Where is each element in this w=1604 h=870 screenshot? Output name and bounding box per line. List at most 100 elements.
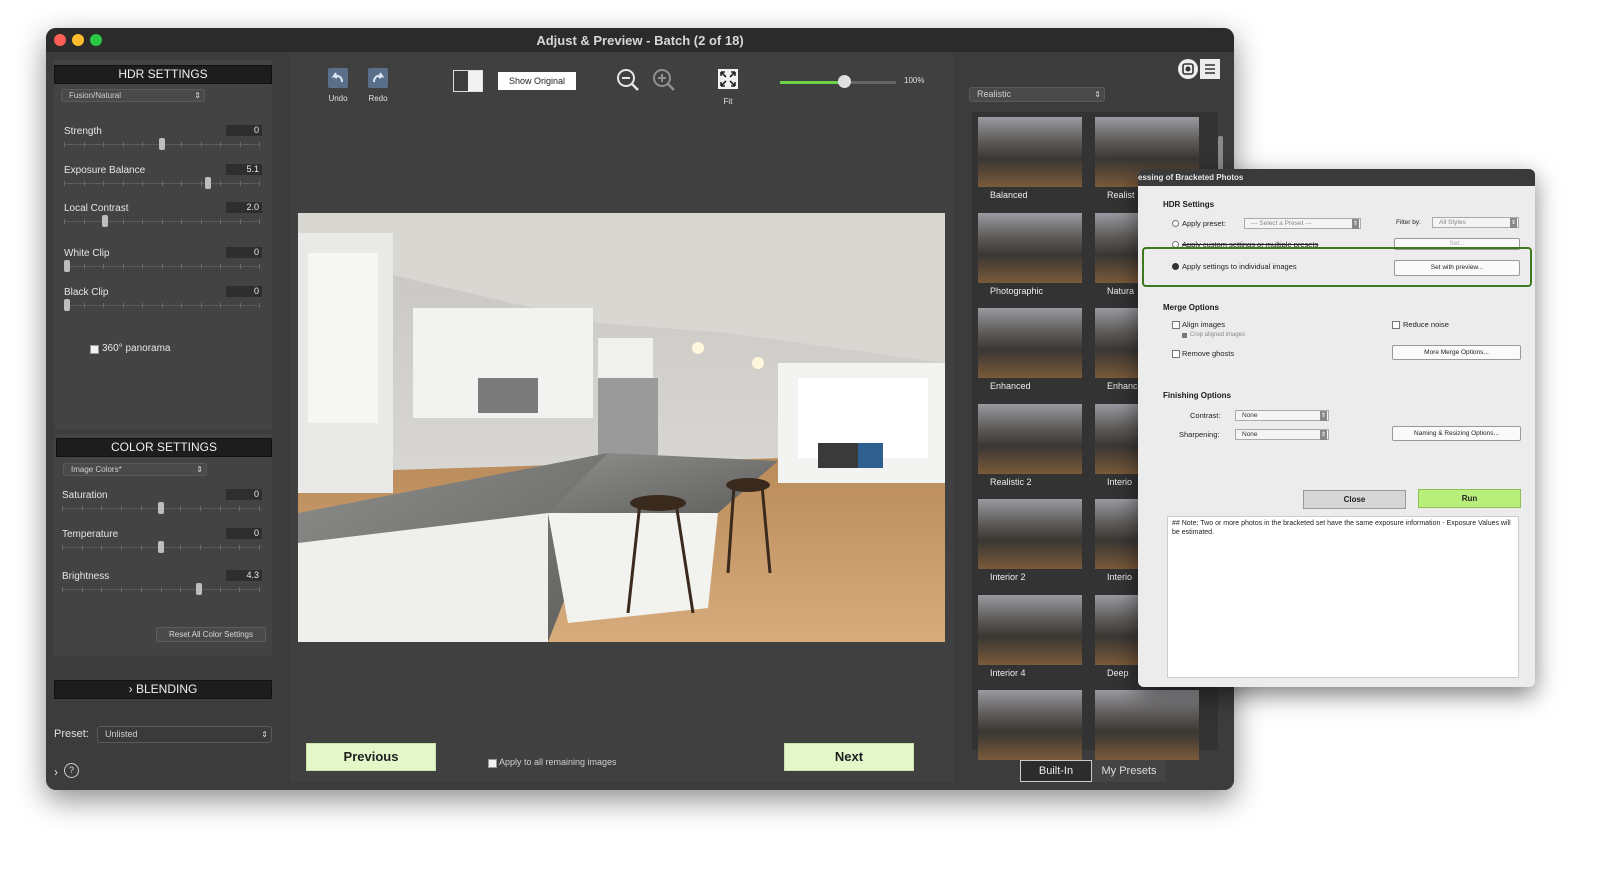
hdr-slider-thumb[interactable] — [64, 299, 70, 311]
slider-tick — [240, 181, 241, 186]
style-thumbnail[interactable]: Photographic — [978, 212, 1084, 305]
updown-icon: ⇕ — [1352, 219, 1359, 229]
hdr-slider-track[interactable] — [64, 260, 260, 272]
hdr-slider-thumb[interactable] — [159, 138, 165, 150]
naming-resizing-button[interactable]: Naming & Resizing Options... — [1392, 426, 1521, 441]
blending-section-toggle[interactable]: › BLENDING — [54, 680, 272, 699]
crop-aligned-checkbox[interactable] — [1182, 333, 1187, 338]
dialog-title: essing of Bracketed Photos — [1138, 173, 1244, 182]
reduce-noise-checkbox[interactable] — [1392, 321, 1400, 329]
slider-tick — [259, 142, 260, 147]
color-slider-track[interactable] — [62, 502, 260, 514]
zoom-slider-thumb[interactable] — [838, 75, 851, 88]
slider-tick — [123, 264, 124, 269]
hdr-slider-track[interactable] — [64, 299, 260, 311]
run-button[interactable]: Run — [1418, 489, 1521, 508]
sharpening-value: None — [1242, 431, 1258, 438]
apply-individual-radio[interactable] — [1172, 263, 1179, 270]
color-slider-row: Brightness 4.3 — [60, 570, 264, 606]
set-with-preview-button[interactable]: Set with preview... — [1394, 260, 1520, 276]
contrast-dropdown[interactable]: None ⇕ — [1235, 410, 1329, 421]
color-slider-value[interactable]: 0 — [226, 489, 262, 500]
color-slider-thumb[interactable] — [158, 502, 164, 514]
color-slider-value[interactable]: 0 — [226, 528, 262, 539]
color-slider-thumb[interactable] — [158, 541, 164, 553]
hdr-slider-thumb[interactable] — [102, 215, 108, 227]
slider-tick — [142, 219, 143, 224]
zoom-out-icon[interactable] — [616, 68, 642, 99]
style-thumbnail[interactable]: Realistic 2 — [978, 403, 1084, 496]
hdr-slider-thumb[interactable] — [64, 260, 70, 272]
color-slider-value[interactable]: 4.3 — [226, 570, 262, 581]
color-slider-thumb[interactable] — [196, 583, 202, 595]
zoom-slider[interactable] — [780, 75, 896, 88]
footer-chevron-icon[interactable]: › — [54, 765, 58, 779]
filter-dropdown[interactable]: All Styles ⇕ — [1432, 217, 1519, 228]
style-thumbnail-label: Interio — [1107, 476, 1133, 487]
show-original-button[interactable]: Show Original — [498, 72, 576, 90]
fit-icon[interactable] — [718, 69, 738, 89]
color-slider-label: Temperature — [62, 529, 119, 540]
color-slider-track[interactable] — [62, 541, 260, 553]
slider-tick — [201, 219, 202, 224]
hdr-slider-track[interactable] — [64, 138, 260, 150]
next-button[interactable]: Next — [784, 743, 914, 771]
menu-icon[interactable] — [1200, 59, 1220, 79]
apply-all-checkbox[interactable] — [488, 759, 497, 768]
style-thumbnail-label: Interior 4 — [990, 667, 1026, 678]
style-thumbnail[interactable]: Enhanced — [978, 308, 1084, 400]
note-text: ## Note: Two or more photos in the brack… — [1172, 520, 1511, 536]
hdr-slider-value[interactable]: 2.0 — [226, 202, 262, 213]
slider-tick — [220, 219, 221, 224]
slider-tick — [220, 142, 221, 147]
slider-tick — [123, 181, 124, 186]
style-thumbnail[interactable]: Balanced — [978, 117, 1084, 209]
hdr-slider-value[interactable]: 0 — [226, 286, 262, 297]
hdr-slider-track[interactable] — [64, 215, 260, 227]
color-slider-track[interactable] — [62, 583, 260, 595]
slider-tick — [62, 587, 63, 592]
hdr-slider-value[interactable]: 5.1 — [226, 164, 262, 175]
thumbnails-scrollbar[interactable] — [1218, 136, 1223, 172]
slider-tick — [101, 545, 102, 550]
hdr-slider-thumb[interactable] — [205, 177, 211, 189]
hdr-slider-row: Black Clip 0 — [62, 286, 264, 322]
hdr-slider-value[interactable]: 0 — [226, 247, 262, 258]
hdr-method-dropdown[interactable]: Fusion/Natural ⇕ — [61, 89, 205, 102]
preset-select-dropdown[interactable]: --- Select a Preset --- ⇕ — [1244, 218, 1361, 229]
note-textarea[interactable]: ## Note: Two or more photos in the brack… — [1167, 516, 1519, 678]
style-thumbnail-image — [978, 212, 1082, 283]
app-logo-icon[interactable] — [1178, 59, 1198, 79]
apply-preset-radio[interactable] — [1172, 220, 1179, 227]
more-merge-options-button[interactable]: More Merge Options... — [1392, 345, 1521, 360]
undo-icon[interactable] — [328, 68, 348, 88]
slider-tick — [123, 219, 124, 224]
help-icon[interactable]: ? — [64, 763, 79, 778]
slider-tick — [201, 181, 202, 186]
reset-color-settings-button[interactable]: Reset All Color Settings — [156, 627, 266, 642]
style-category-dropdown[interactable]: Realistic ⇕ — [969, 87, 1105, 102]
tab-built-in[interactable]: Built-In — [1020, 760, 1092, 782]
slider-tick — [141, 545, 142, 550]
hdr-slider-value[interactable]: 0 — [226, 125, 262, 136]
previous-button[interactable]: Previous — [306, 743, 436, 771]
sharpening-dropdown[interactable]: None ⇕ — [1235, 429, 1329, 440]
hdr-slider-row: Local Contrast 2.0 — [62, 202, 264, 238]
align-images-checkbox[interactable] — [1172, 321, 1180, 329]
slider-tick — [123, 303, 124, 308]
preset-dropdown[interactable]: Unlisted ⇕ — [97, 726, 272, 743]
remove-ghosts-checkbox[interactable] — [1172, 350, 1180, 358]
redo-icon[interactable] — [368, 68, 388, 88]
zoom-in-icon[interactable] — [652, 68, 678, 99]
style-thumbnail[interactable]: Interior 2 — [978, 499, 1084, 591]
close-button[interactable]: Close — [1303, 490, 1406, 509]
color-settings-panel: COLOR SETTINGS Image Colors* ⇕ Reset All … — [54, 434, 272, 656]
hdr-slider-track[interactable] — [64, 177, 260, 189]
split-view-icon[interactable] — [453, 70, 483, 92]
tab-my-presets[interactable]: My Presets — [1092, 760, 1166, 782]
preset-select-value: --- Select a Preset --- — [1251, 220, 1312, 227]
hdr-slider-row: Strength 0 — [62, 125, 264, 161]
color-mode-dropdown[interactable]: Image Colors* ⇕ — [63, 463, 207, 476]
style-thumbnail[interactable]: Interior 4 — [978, 594, 1084, 687]
panorama-checkbox[interactable] — [90, 345, 99, 354]
